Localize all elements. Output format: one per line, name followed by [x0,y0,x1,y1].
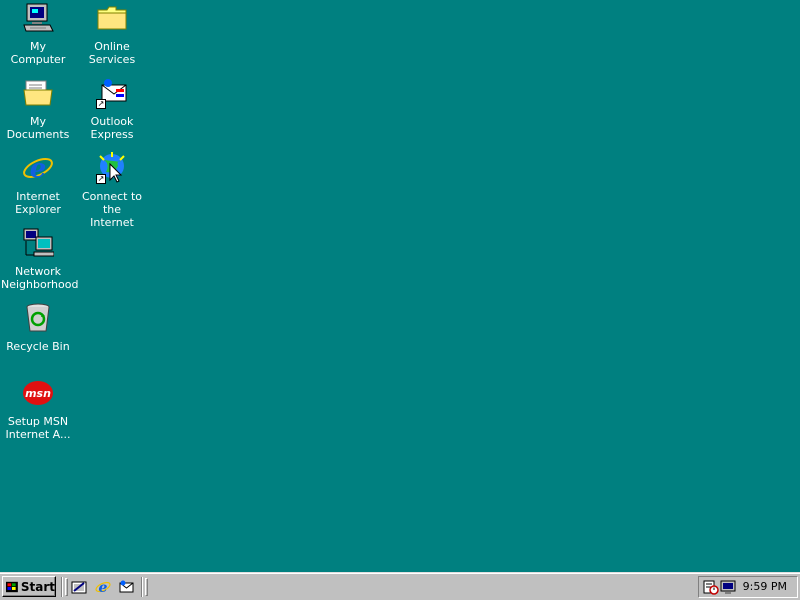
desktop[interactable]: My Computer Online Services My Documents [0,0,800,572]
recycle-bin-icon [22,302,54,334]
quick-launch-outlook-express[interactable] [117,578,135,596]
task-area-grip[interactable] [145,578,148,596]
windows-logo-icon [6,581,18,592]
desktop-icon-label: My Computer [10,40,66,66]
desktop-icon-outlook-express[interactable]: ↗ Outlook Express [75,77,149,141]
quick-launch-show-desktop[interactable] [70,578,88,596]
svg-text:e: e [99,580,108,595]
svg-text:msn: msn [25,387,51,400]
desktop-icon-label: Connect to the Internet [81,190,143,229]
internet-explorer-icon: e [22,152,54,184]
desktop-icon-connect-to-internet[interactable]: ↗ Connect to the Internet [75,152,149,229]
desktop-icon-label: My Documents [6,115,70,141]
start-label: Start [20,579,55,594]
display-settings-icon[interactable] [720,579,736,595]
network-icon [22,227,54,259]
desktop-icon-recycle-bin[interactable]: Recycle Bin [1,302,75,353]
shortcut-arrow-icon: ↗ [96,99,106,109]
documents-folder-icon [22,77,54,109]
system-tray: 9:59 PM [698,576,798,598]
outlook-express-icon [119,580,134,593]
start-button[interactable]: Start [2,576,56,597]
quick-launch-internet-explorer[interactable]: e [94,578,112,596]
desktop-icon-my-computer[interactable]: My Computer [1,2,75,66]
msn-icon: msn [22,377,54,409]
desktop-icon-label: Online Services [88,40,136,66]
taskbar-separator [61,577,63,597]
desktop-icon-my-documents[interactable]: My Documents [1,77,75,141]
internet-explorer-icon: e [95,580,111,595]
shortcut-arrow-icon: ↗ [96,174,106,184]
computer-icon [22,2,54,34]
svg-text:e: e [30,154,47,184]
desktop-icon-label: Outlook Express [90,115,134,141]
desktop-icon-label: Internet Explorer [15,190,61,216]
taskbar-separator [141,577,143,597]
desktop-icon-setup-msn[interactable]: msn Setup MSN Internet A... [1,377,75,441]
clock[interactable]: 9:59 PM [743,580,787,593]
desktop-icon-label: Setup MSN Internet A... [5,415,71,441]
taskbar: Start e 9:59 PM [0,572,800,600]
scheduler-icon[interactable] [703,579,719,595]
show-desktop-icon [71,581,87,594]
desktop-icon-online-services[interactable]: Online Services [75,2,149,66]
folder-icon [96,2,128,34]
desktop-icon-network-neighborhood[interactable]: Network Neighborhood [1,227,79,291]
connect-internet-icon: ↗ [96,152,128,184]
desktop-icon-label: Recycle Bin [6,340,70,353]
quick-launch-grip[interactable] [65,578,68,596]
desktop-icon-label: Network Neighborhood [1,265,79,291]
desktop-icon-internet-explorer[interactable]: e Internet Explorer [1,152,75,216]
outlook-express-icon: ↗ [96,77,128,109]
